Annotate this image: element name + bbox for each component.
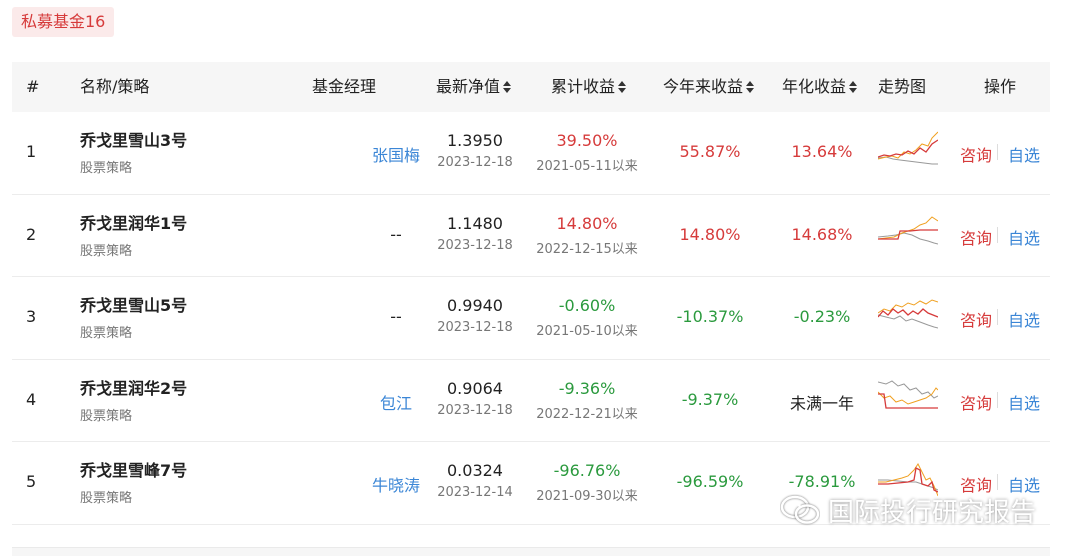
header-nav-sort[interactable]: 最新净值: [436, 62, 512, 112]
sort-icon: [503, 80, 512, 93]
row-index: 1: [26, 142, 37, 161]
sort-icon: [746, 80, 755, 93]
cumulative-return: 39.50%: [556, 131, 618, 150]
sort-icon: [849, 80, 858, 93]
nav-date: 2023-12-18: [437, 155, 513, 170]
watermark-text: 国际投行研究报告: [828, 497, 1037, 528]
trend-sparkline[interactable]: [878, 130, 938, 170]
consult-button[interactable]: 咨询: [960, 390, 992, 414]
section-tag: 私募基金16: [12, 7, 115, 37]
since-date: 2022-12-21以来: [536, 406, 638, 422]
footer-bar: [12, 547, 1050, 556]
nav-date: 2023-12-14: [437, 485, 513, 500]
since-date: 2021-05-11以来: [536, 159, 638, 174]
table-row: 3 乔戈里雪山5号 股票策略 -- 0.9940 2023-12-18 -0.6…: [12, 277, 1050, 360]
ytd-return: -96.59%: [676, 472, 744, 491]
nav-date: 2023-12-18: [437, 402, 513, 418]
watchlist-button[interactable]: 自选: [1008, 142, 1040, 166]
trend-sparkline[interactable]: [878, 378, 938, 418]
row-index: 5: [26, 472, 37, 491]
header-annual: 年化收益: [782, 77, 847, 96]
ytd-return: 55.87%: [679, 142, 741, 161]
sort-icon: [618, 80, 627, 93]
divider: [997, 309, 998, 325]
cumulative-return: -9.36%: [558, 378, 616, 398]
fund-strategy: 股票策略: [80, 491, 133, 506]
divider: [997, 474, 998, 490]
header-cumulative: 累计收益: [551, 77, 616, 96]
annual-return: -78.91%: [788, 472, 856, 491]
annual-return: 14.68%: [791, 224, 853, 244]
nav-value: 0.0324: [447, 461, 503, 480]
ytd-return: -9.37%: [681, 389, 739, 409]
watermark: 国际投行研究报告: [780, 490, 1036, 530]
row-index: 4: [26, 389, 37, 409]
header-ytd: 今年来收益: [663, 77, 744, 96]
nav-value: 1.3950: [447, 131, 503, 150]
ytd-return: 14.80%: [679, 224, 741, 244]
header-manager: 基金经理: [312, 77, 377, 96]
fund-strategy: 股票策略: [80, 408, 133, 424]
fund-table: # 名称/策略 基金经理 最新净值 累计收益 今年来收益 年化收益 走势图 操作…: [12, 62, 1050, 525]
nav-value: 1.1480: [447, 213, 503, 233]
trend-sparkline[interactable]: [878, 213, 938, 253]
watchlist-button[interactable]: 自选: [1008, 390, 1040, 414]
since-date: 2021-05-10以来: [536, 324, 638, 339]
cumulative-return: 14.80%: [556, 213, 618, 233]
row-index: 3: [26, 307, 37, 326]
nav-value: 0.9940: [447, 296, 503, 315]
ytd-return: -10.37%: [676, 307, 744, 326]
fund-name-link[interactable]: 乔戈里雪峰7号: [80, 457, 187, 481]
nav-date: 2023-12-18: [437, 237, 513, 253]
annual-return: -0.23%: [793, 307, 851, 326]
annual-return: 13.64%: [791, 142, 853, 161]
fund-strategy: 股票策略: [80, 243, 133, 259]
annual-return: 未满一年: [789, 393, 854, 413]
fund-name-link[interactable]: 乔戈里润华1号: [80, 210, 187, 234]
fund-name-link[interactable]: 乔戈里雪山3号: [80, 127, 187, 151]
header-nav: 最新净值: [436, 77, 501, 96]
row-index: 2: [26, 224, 37, 244]
header-trend: 走势图: [878, 77, 927, 96]
table-row: 2 乔戈里润华1号 股票策略 -- 1.1480 2023-12-18 14.8…: [12, 195, 1050, 277]
table-row: 4 乔戈里润华2号 股票策略 包江 0.9064 2023-12-18 -9.3…: [12, 360, 1050, 442]
consult-button[interactable]: 咨询: [960, 307, 992, 331]
cumulative-return: -0.60%: [558, 296, 616, 315]
table-header: # 名称/策略 基金经理 最新净值 累计收益 今年来收益 年化收益 走势图 操作: [12, 62, 1050, 112]
consult-button[interactable]: 咨询: [960, 225, 992, 249]
fund-name-link[interactable]: 乔戈里润华2号: [80, 375, 187, 399]
since-date: 2021-09-30以来: [536, 489, 638, 504]
cumulative-return: -96.76%: [553, 461, 621, 480]
divider: [997, 144, 998, 160]
nav-date: 2023-12-18: [437, 320, 513, 335]
header-ops: 操作: [984, 77, 1017, 96]
watchlist-button[interactable]: 自选: [1008, 225, 1040, 249]
header-name: 名称/策略: [80, 77, 150, 96]
fund-name-link[interactable]: 乔戈里雪山5号: [80, 292, 187, 316]
since-date: 2022-12-15以来: [536, 241, 638, 257]
fund-strategy: 股票策略: [80, 161, 133, 176]
header-ytd-sort[interactable]: 今年来收益: [663, 62, 755, 112]
consult-button[interactable]: 咨询: [960, 142, 992, 166]
header-cumulative-sort[interactable]: 累计收益: [551, 62, 627, 112]
wechat-icon: [780, 495, 820, 524]
header-annual-sort[interactable]: 年化收益: [782, 62, 858, 112]
trend-sparkline[interactable]: [878, 295, 938, 335]
fund-strategy: 股票策略: [80, 326, 133, 341]
watchlist-button[interactable]: 自选: [1008, 307, 1040, 331]
divider: [997, 226, 998, 243]
table-row: 1 乔戈里雪山3号 股票策略 张国梅 1.3950 2023-12-18 39.…: [12, 112, 1050, 195]
divider: [997, 391, 998, 408]
nav-value: 0.9064: [447, 378, 503, 398]
header-index: #: [26, 77, 40, 96]
